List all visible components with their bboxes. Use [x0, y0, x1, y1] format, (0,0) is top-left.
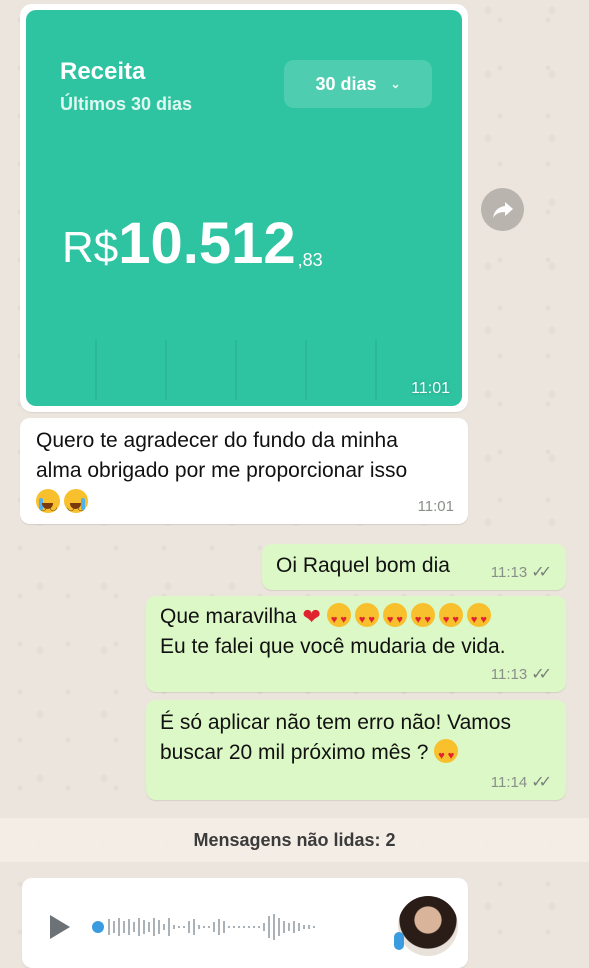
forward-icon	[492, 201, 513, 218]
read-checkmarks-icon: ✓✓	[531, 564, 552, 581]
message-meta: 11:01	[418, 498, 454, 516]
amount-cents: ,83	[297, 250, 323, 270]
message-time: 11:01	[417, 498, 454, 515]
audio-waveform[interactable]	[92, 912, 382, 942]
red-heart-icon: ❤	[302, 604, 321, 629]
message-time: 11:13	[490, 564, 528, 581]
message-meta: 11:13 ✓✓	[491, 564, 552, 582]
message-line-text: buscar 20 mil próximo mês ?	[160, 741, 429, 764]
unread-messages-banner: Mensagens não lidas: 2	[0, 818, 589, 862]
message-line: Que maravilha ❤	[160, 602, 506, 635]
message-meta: 11:13 ✓✓	[491, 666, 552, 684]
period-selected-value: 30 dias	[315, 73, 377, 94]
image-message[interactable]: Receita Últimos 30 dias 30 dias ⌄ R$ 10.…	[20, 4, 468, 412]
amount-currency: R$	[62, 223, 119, 272]
crying-face-icon	[36, 489, 60, 522]
crying-face-icon	[64, 489, 88, 522]
heart-eyes-face-icon	[382, 603, 407, 635]
message-line: Quero te agradecer do fundo da minha	[36, 429, 398, 452]
forward-button[interactable]	[481, 188, 524, 231]
heart-eyes-face-icon	[466, 603, 491, 635]
revenue-amount: R$ 10.512 ,83	[62, 215, 323, 273]
heart-eyes-face-icon	[326, 603, 351, 635]
card-title: Receita	[60, 58, 146, 85]
incoming-message[interactable]: Quero te agradecer do fundo da minha alm…	[20, 418, 468, 524]
message-time: 11:13	[490, 666, 528, 683]
message-text: Oi Raquel bom dia	[276, 554, 450, 577]
play-icon[interactable]	[48, 914, 72, 940]
outgoing-message[interactable]: É só aplicar não tem erro não! Vamos bus…	[146, 700, 566, 800]
heart-eyes-face-icon	[410, 603, 435, 635]
message-line: alma obrigado por me proporcionar isso	[36, 459, 408, 482]
message-time: 11:14	[490, 774, 528, 791]
chevron-down-icon: ⌄	[390, 77, 401, 91]
message-line: buscar 20 mil próximo mês ?	[160, 738, 511, 771]
read-checkmarks-icon: ✓✓	[531, 666, 552, 683]
faded-bars-decoration	[95, 340, 377, 400]
message-line-text: Que maravilha	[160, 605, 297, 628]
mic-icon	[394, 932, 404, 950]
period-dropdown: 30 dias ⌄	[284, 60, 432, 108]
message-time: 11:01	[411, 380, 450, 397]
read-checkmarks-icon: ✓✓	[531, 774, 552, 791]
message-meta: 11:14 ✓✓	[491, 774, 552, 792]
audio-message[interactable]	[22, 878, 468, 968]
message-line: Eu te falei que você mudaria de vida.	[160, 635, 506, 658]
heart-eyes-face-icon	[438, 603, 463, 635]
outgoing-message[interactable]: Que maravilha ❤ Eu te falei que você mud…	[146, 596, 566, 692]
outgoing-message[interactable]: Oi Raquel bom dia 11:13 ✓✓	[262, 544, 566, 590]
avatar	[398, 896, 458, 956]
heart-eyes-face-icon	[354, 603, 379, 635]
message-line: É só aplicar não tem erro não! Vamos	[160, 711, 511, 734]
amount-main: 10.512	[118, 211, 296, 276]
unread-messages-label: Mensagens não lidas: 2	[193, 829, 396, 850]
revenue-card-image: Receita Últimos 30 dias 30 dias ⌄ R$ 10.…	[26, 10, 462, 406]
card-subtitle: Últimos 30 dias	[60, 94, 193, 114]
heart-eyes-face-icon	[434, 739, 459, 771]
